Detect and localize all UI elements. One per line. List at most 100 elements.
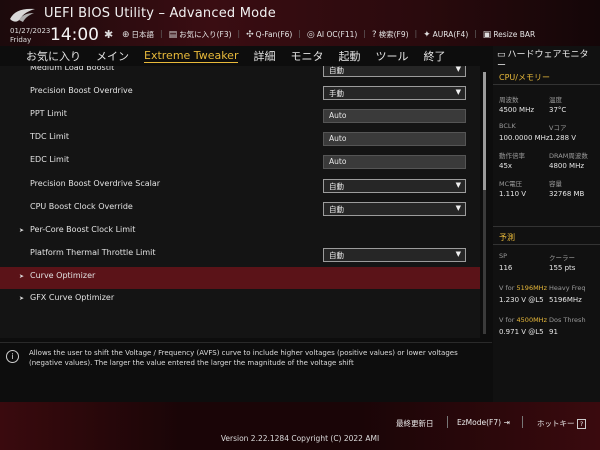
setting-row[interactable]: Precision Boost Overdrive Scalar 自動 ▼ [0, 175, 480, 197]
chevron-down-icon: ▼ [455, 66, 461, 73]
toolbar-item-label: AURA(F4) [432, 30, 469, 39]
setting-input[interactable]: Auto [323, 132, 466, 146]
setting-dropdown[interactable]: 自動 ▼ [323, 202, 466, 216]
hw-label: BCLK [499, 122, 516, 130]
header-bar: UEFI BIOS Utility – Advanced Mode 01/27/… [0, 0, 600, 46]
setting-row[interactable]: Precision Boost Overdrive 手動 ▼ [0, 82, 480, 104]
setting-row[interactable]: ➤ GFX Curve Optimizer [0, 289, 480, 311]
tab-2[interactable]: Extreme Tweaker [144, 49, 239, 63]
hw-value: 116 [499, 264, 513, 272]
hw-monitor-title-text: ハードウェアモニター [497, 50, 589, 71]
clock-display[interactable]: 14:00 [50, 25, 99, 45]
toolbar-item-ai-oc[interactable]: ◎ AI OC(F11) [307, 29, 357, 40]
divider [493, 84, 600, 85]
toolbar-item-aura[interactable]: ✦ AURA(F4) [423, 29, 468, 40]
settings-panel: Medium Load Boostit 自動 ▼ Precision Boost Ov… [0, 66, 480, 338]
globe-icon: ⊕ [122, 29, 130, 40]
hw-monitor-title: ▭ ハードウェアモニター [497, 50, 597, 72]
toolbar-item-fan[interactable]: ✣ Q-Fan(F6) [246, 29, 292, 40]
dropdown-value: 手動 [329, 89, 344, 98]
hw-label: DRAM周波数 [549, 152, 588, 160]
hw-label: SP [499, 252, 508, 260]
setting-input[interactable]: Auto [323, 155, 466, 169]
tab-0[interactable]: お気に入り [26, 48, 81, 64]
setting-label: Medium Load Boostit [30, 66, 115, 72]
ezmode-button[interactable]: EzMode(F7) ⇥ [457, 418, 510, 427]
tab-7[interactable]: 終了 [423, 48, 445, 64]
hw-label: Vコア [549, 124, 567, 132]
divider [493, 244, 600, 245]
hw-label: V for 5196MHz [499, 284, 547, 292]
setting-dropdown[interactable]: 自動 ▼ [323, 179, 466, 193]
divider [493, 226, 600, 227]
footer-divider [522, 416, 523, 428]
setting-row[interactable]: CPU Boost Clock Override 自動 ▼ [0, 198, 480, 220]
hw-value: 91 [549, 328, 558, 336]
help-info-box: i Allows the user to shift the Voltage /… [0, 342, 492, 372]
toolbar-item-resize-bar[interactable]: ▣ Resize BAR [483, 29, 535, 40]
star-icon: ▤ [168, 29, 178, 40]
hw-label-prefix: V for [499, 284, 517, 292]
footer-divider [447, 416, 448, 428]
tab-3[interactable]: 詳細 [253, 48, 275, 64]
tab-6[interactable]: ツール [375, 48, 408, 64]
toolbar-divider: | [298, 29, 301, 38]
toolbar-item-label: AI OC(F11) [316, 30, 358, 39]
setting-input[interactable]: Auto [323, 109, 466, 123]
toolbar-item-label: お気に入り(F3) [179, 30, 232, 39]
toolbar-item-globe[interactable]: ⊕ 日本語 [122, 29, 154, 40]
ezmode-label: EzMode(F7) [457, 418, 502, 427]
hw-label: V for 4500MHz [499, 316, 547, 324]
header-toolbar: ⊕ 日本語 | ▤ お気に入り(F3) | ✣ Q-Fan(F6) | ◎ AI OC(F11) |?… [122, 29, 541, 40]
hw-label: 周波数 [499, 96, 519, 104]
version-text: Version 2.22.1284 Copyright (C) 2022 AMI [220, 434, 380, 443]
hw-label-frequency: 4500MHz [516, 316, 547, 324]
dropdown-value: 自動 [329, 66, 344, 75]
toolbar-item-star[interactable]: ▤ お気に入り(F3) [169, 29, 232, 40]
tab-4[interactable]: モニタ [290, 48, 323, 64]
setting-row[interactable]: ➤ Curve Optimizer [0, 267, 480, 289]
cpu-memory-section-title: CPU/メモリー [499, 73, 550, 82]
ai-oc-icon: ◎ [306, 29, 315, 40]
hw-label: 動作倍率 [499, 152, 525, 160]
tab-1[interactable]: メイン [96, 48, 129, 64]
setting-row[interactable]: Platform Thermal Throttle Limit 自動 ▼ [0, 244, 480, 266]
setting-label: CPU Boost Clock Override [30, 202, 133, 211]
setting-label: Per-Core Boost Clock Limit [30, 225, 136, 234]
toolbar-item-search[interactable]: ? 検索(F9) [372, 29, 409, 40]
dropdown-value: 自動 [329, 251, 344, 260]
hardware-monitor-panel: ▭ ハードウェアモニター CPU/メモリー 予測 周波数 4500 MHz 温度 37°… [493, 46, 600, 402]
setting-row[interactable]: ➤ Per-Core Boost Clock Limit [0, 221, 480, 243]
setting-row[interactable]: Medium Load Boostit 自動 ▼ [0, 66, 480, 81]
last-modified-button[interactable]: 最終更新日 [396, 418, 434, 429]
chevron-down-icon: ▼ [455, 204, 461, 212]
setting-dropdown[interactable]: 手動 ▼ [323, 86, 466, 100]
toolbar-item-label: Q-Fan(F6) [255, 30, 293, 39]
day-text: Friday [10, 36, 32, 44]
aura-icon: ✦ [423, 29, 431, 40]
toolbar-divider: | [363, 29, 366, 38]
hw-value: 4500 MHz [499, 106, 535, 114]
submenu-arrow-icon: ➤ [19, 273, 25, 280]
submenu-arrow-icon: ➤ [19, 295, 25, 302]
scrollbar-thumb[interactable] [483, 72, 486, 190]
setting-row[interactable]: TDC Limit Auto [0, 128, 480, 150]
hotkeys-button[interactable]: ホットキー ? [537, 418, 587, 429]
setting-dropdown[interactable]: 自動 ▼ [323, 248, 466, 262]
settings-gear-icon[interactable]: ✱ [104, 28, 113, 41]
setting-label: Platform Thermal Throttle Limit [30, 248, 156, 257]
scrollbar[interactable] [483, 72, 486, 334]
hw-value: 1.288 V [549, 134, 577, 142]
setting-row[interactable]: PPT Limit Auto [0, 105, 480, 127]
hw-label: Heavy Freq [549, 284, 586, 292]
rog-logo-icon [10, 8, 35, 22]
toolbar-item-label: 日本語 [131, 30, 155, 39]
setting-dropdown[interactable]: 自動 ▼ [323, 66, 466, 77]
tab-5[interactable]: 起動 [338, 48, 360, 64]
toolbar-divider: | [414, 29, 418, 38]
hw-value: 5196MHz [549, 296, 582, 304]
setting-row[interactable]: EDC Limit Auto [0, 151, 480, 173]
footer-bar: 最終更新日 EzMode(F7) ⇥ ホットキー ? Version 2.22.… [0, 402, 600, 450]
chevron-down-icon: ▼ [455, 88, 461, 96]
hw-label-frequency: 5196MHz [516, 284, 547, 292]
